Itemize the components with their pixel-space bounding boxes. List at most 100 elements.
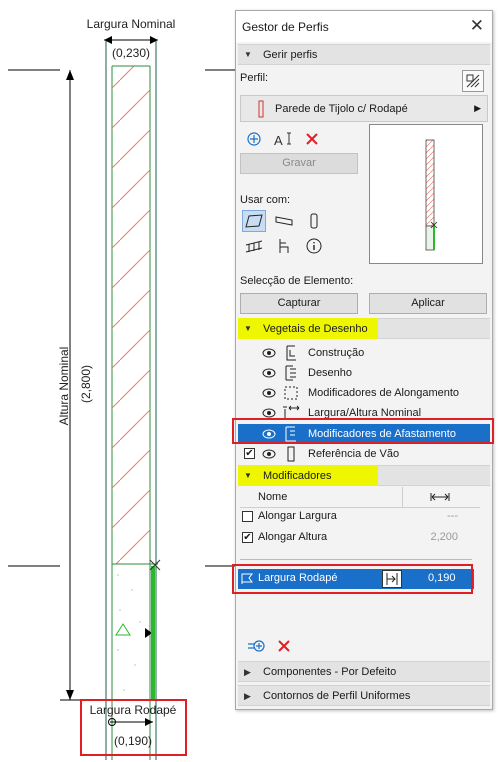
use-with-column-toggle[interactable] xyxy=(304,211,324,231)
add-modifier-button[interactable] xyxy=(246,636,266,656)
modifier-value: --- xyxy=(447,510,458,522)
section-drawing-vectors-label: Vegetais de Desenho xyxy=(263,323,368,335)
capture-button[interactable]: Capturar xyxy=(240,293,358,314)
drawing-layer-icon xyxy=(285,365,296,381)
section-drawing-vectors[interactable]: ▼ Vegetais de Desenho xyxy=(238,318,490,339)
chevron-right-icon: ▶ xyxy=(474,103,481,113)
layer-row-construction[interactable]: Construção xyxy=(238,343,490,363)
layer-row-opening-reference[interactable]: ✔ Referência de Vão xyxy=(238,444,490,464)
layer-label: Modificadores de Alongamento xyxy=(308,387,460,399)
eye-icon xyxy=(262,449,276,459)
construction-layer-icon xyxy=(286,345,296,361)
width-dimension-value: (0,230) xyxy=(112,46,150,60)
profile-settings-button[interactable] xyxy=(462,70,484,92)
skirting-fill-pattern xyxy=(117,574,141,701)
add-profile-button[interactable] xyxy=(244,129,264,149)
width-dimension-label: Largura Nominal xyxy=(87,17,176,31)
close-icon[interactable]: ✕ xyxy=(470,16,484,36)
use-with-label: Usar com: xyxy=(240,194,291,206)
layer-row-drawing[interactable]: Desenho xyxy=(238,363,490,383)
skirting-dimension-label: Largura Rodapé xyxy=(90,703,177,717)
height-dimension-label: Altura Nominal xyxy=(57,347,71,426)
skirting-dimension-value: (0,190) xyxy=(114,734,152,748)
section-contours[interactable]: ▶ Contornos de Perfil Uniformes xyxy=(238,685,490,706)
modifier-checkbox[interactable]: ✔ xyxy=(242,532,253,543)
plus-circle-icon xyxy=(247,132,261,146)
height-dimension-value: (2,800) xyxy=(79,365,93,403)
modifiers-divider xyxy=(240,559,472,560)
modifier-checkbox[interactable] xyxy=(242,511,253,522)
modifier-label: Alongar Largura xyxy=(258,510,337,522)
apply-button[interactable]: Aplicar xyxy=(369,293,487,314)
panel-titlebar: Gestor de Perfis ✕ xyxy=(236,11,492,42)
opening-reference-icon xyxy=(287,446,295,462)
offset-arrow-marker xyxy=(145,628,152,638)
offset-modifier-label: Largura Rodapé xyxy=(258,572,338,584)
eye-icon xyxy=(262,368,276,378)
section-components[interactable]: ▶ Componentes - Por Defeito xyxy=(238,661,490,682)
wall-tool-icon xyxy=(245,214,263,228)
delete-modifier-button[interactable] xyxy=(274,636,294,656)
modifier-label: Alongar Altura xyxy=(258,531,328,543)
layer-row-offset-modifiers[interactable]: Modificadores de Afastamento xyxy=(238,424,490,444)
offset-modifier-icon xyxy=(285,426,296,442)
modifier-row-stretch-height[interactable]: ✔ Alongar Altura 2,200 xyxy=(240,528,480,548)
beam-tool-icon xyxy=(275,216,293,226)
chair-object-icon xyxy=(279,239,289,253)
layer-row-nominal-size[interactable]: Largura/Altura Nominal xyxy=(238,403,490,423)
profile-manager-panel: Gestor de Perfis ✕ ▼ Gerir perfis Perfil… xyxy=(235,10,493,710)
railing-tool-icon xyxy=(245,240,263,253)
profile-drawing: Largura Nominal (0,230) Altura Nominal (… xyxy=(8,17,235,760)
column-tool-icon xyxy=(310,213,318,229)
eye-icon xyxy=(262,408,276,418)
save-button[interactable]: Gravar xyxy=(240,153,358,174)
section-contours-label: Contornos de Perfil Uniformes xyxy=(263,690,411,702)
use-with-info-button[interactable] xyxy=(304,236,324,256)
rename-profile-button[interactable]: A xyxy=(272,129,296,149)
profile-drawing-canvas[interactable]: Largura Nominal (0,230) Altura Nominal (… xyxy=(0,0,235,762)
modifier-value: 2,200 xyxy=(430,531,458,543)
profile-select[interactable]: Parede de Tijolo c/ Rodapé ▶ xyxy=(240,95,488,122)
column-name-header: Nome xyxy=(258,491,288,503)
section-manage-profiles-label: Gerir perfis xyxy=(263,49,318,61)
modifiers-table-header: Nome xyxy=(240,487,480,508)
profile-select-value: Parede de Tijolo c/ Rodapé xyxy=(275,103,408,115)
section-modifiers-label: Modificadores xyxy=(263,470,332,482)
offset-modifier-value[interactable]: 0,190 xyxy=(428,572,456,584)
text-rename-icon: A xyxy=(274,132,291,147)
eye-icon xyxy=(262,429,276,439)
profile-label: Perfil: xyxy=(240,72,269,84)
chevron-right-icon: ▶ xyxy=(244,691,251,701)
use-with-beam-toggle[interactable] xyxy=(274,211,294,231)
offset-flag-icon xyxy=(241,573,253,584)
panel-title: Gestor de Perfis xyxy=(242,20,329,34)
brick-hatch-area xyxy=(112,66,150,564)
width-arrows-icon xyxy=(430,493,450,501)
section-modifiers[interactable]: ▼ Modificadores xyxy=(238,465,490,486)
eye-icon xyxy=(262,388,276,398)
layer-label: Desenho xyxy=(308,367,353,379)
red-x-icon xyxy=(306,133,318,145)
use-with-object-toggle[interactable] xyxy=(274,236,294,256)
chevron-right-icon: ▶ xyxy=(244,667,251,677)
use-with-wall-toggle[interactable] xyxy=(242,210,266,232)
red-x-icon xyxy=(278,640,290,652)
use-with-railing-toggle[interactable] xyxy=(244,236,264,256)
green-triangle-marker xyxy=(115,623,131,636)
stretch-modifier-icon xyxy=(284,386,298,400)
opening-reference-checkbox[interactable]: ✔ xyxy=(244,448,255,459)
skirting-green-bar xyxy=(151,566,155,700)
layer-label: Construção xyxy=(308,347,365,359)
delete-profile-button[interactable] xyxy=(302,129,322,149)
info-icon xyxy=(306,238,322,254)
layer-row-stretch-modifiers[interactable]: Modificadores de Alongamento xyxy=(238,383,490,403)
wall-profile-icon xyxy=(258,100,264,118)
offset-direction-button[interactable] xyxy=(382,570,402,588)
section-components-label: Componentes - Por Defeito xyxy=(263,666,397,678)
layer-label: Referência de Vão xyxy=(308,448,400,460)
section-manage-profiles[interactable]: ▼ Gerir perfis xyxy=(238,44,490,65)
svg-text:A: A xyxy=(274,133,283,147)
offset-modifier-row[interactable]: Largura Rodapé 0,190 xyxy=(238,569,474,589)
offset-direction-icon xyxy=(386,573,398,585)
modifier-row-stretch-width[interactable]: Alongar Largura --- xyxy=(240,507,480,527)
